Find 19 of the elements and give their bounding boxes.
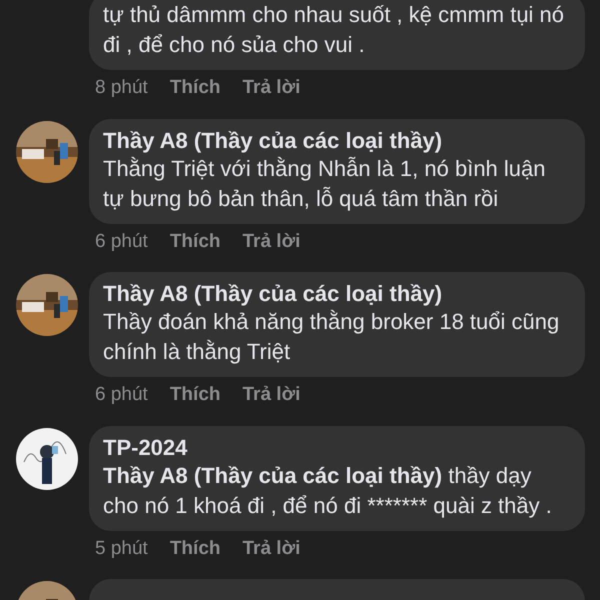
reply-link[interactable]: Trả lời	[242, 74, 300, 102]
author-name[interactable]: Thầy A8 (Thầy của các loại thầy)	[103, 280, 571, 307]
reply-link[interactable]: Trả lời	[242, 381, 300, 410]
like-link[interactable]: Thích	[170, 74, 220, 102]
timestamp: 5 phút	[95, 536, 148, 560]
comment-text: tự thủ dâmmm cho nhau suốt , kệ cmmm tụi nó đi , để cho nó sủa cho vui .	[103, 1, 566, 59]
timestamp: 6 phút	[95, 383, 148, 407]
reply-link[interactable]: Trả lời	[242, 228, 300, 256]
timestamp: 8 phút	[95, 76, 148, 100]
author-name[interactable]: TP-2024	[103, 434, 571, 460]
reply-link[interactable]: Trả lời	[242, 534, 300, 563]
like-link[interactable]: Thích	[170, 228, 220, 256]
comment-text: Thầy đoán khả năng thằng broker 18 tuổi cũng chính là thằng Triệt	[103, 308, 560, 366]
author-name[interactable]: Thầy A8 (Thầy của các loại thầy)	[103, 126, 571, 154]
timestamp: 6 phút	[95, 230, 148, 254]
like-link[interactable]: Thích	[170, 381, 220, 410]
like-link[interactable]: Thích	[170, 534, 220, 563]
comment-text: Thầy A8 (Thầy của các loại thầy) thầy dạy cho nó 1 khoá đi , để nó đi ******* quài z thầy .	[103, 462, 553, 520]
comment-text: Thằng Triệt với thằng Nhẫn là 1, nó bình luận tự bưng bô bản thân, lỗ quá tâm thần rồi	[103, 154, 546, 213]
